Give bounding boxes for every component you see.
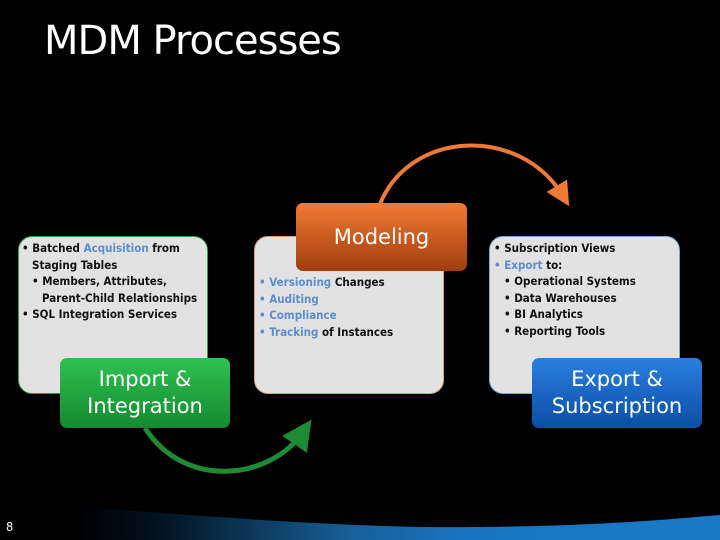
stage-label-line2: Integration xyxy=(87,394,203,418)
bullet-text: Operational Systems xyxy=(514,274,636,288)
bullet-dot-icon: • xyxy=(32,274,43,288)
bullet-text: Batched xyxy=(32,241,84,255)
bullet-dot-icon: • xyxy=(259,275,270,289)
import-integration-box: Import & Integration xyxy=(60,358,230,428)
bullet-item: • Batched Acquisition from xyxy=(22,240,197,257)
bullet-text: of Instances xyxy=(318,324,394,339)
bullet-continuation: Parent-Child Relationships xyxy=(42,290,198,305)
stage-label-line2: Subscription xyxy=(551,394,683,418)
bullet-item: • Tracking of Instances xyxy=(259,324,393,341)
bullet-text: SQL Integration Services xyxy=(32,307,178,321)
bullet-dot-icon: • xyxy=(259,291,270,306)
export-bullets: • Subscription Views • Export to: • Operat… xyxy=(494,240,636,339)
bullet-item: • BI Analytics xyxy=(494,306,636,323)
green-arrow xyxy=(142,419,312,474)
bullet-dot-icon: • xyxy=(504,290,515,305)
bullet-dot-icon: • xyxy=(494,257,505,272)
bullet-item: • Members, Attributes, xyxy=(22,273,197,290)
bullet-item: • Subscription Views xyxy=(494,240,636,257)
import-bullets: • Batched Acquisition from Staging Tables… xyxy=(22,240,197,323)
bullet-dot-icon: • xyxy=(22,307,33,321)
orange-arrow xyxy=(378,143,570,207)
bullet-dot-icon: • xyxy=(259,308,270,322)
bullet-text: Reporting Tools xyxy=(514,323,606,338)
bullet-item: • SQL Integration Services xyxy=(22,306,197,323)
bullet-item: • Data Warehouses xyxy=(494,290,636,307)
bullet-dot-icon: • xyxy=(504,274,515,288)
bullet-item: • Export to: xyxy=(494,257,636,274)
export-subscription-box: Export & Subscription xyxy=(532,358,702,428)
bullet-dot-icon: • xyxy=(504,307,515,321)
stage-label-line1: Modeling xyxy=(333,224,430,249)
bullet-dot-icon: • xyxy=(259,324,270,339)
stage-label-line1: Export & xyxy=(571,367,663,391)
bullet-text: Tracking xyxy=(269,324,319,339)
stage-label-line1: Import & xyxy=(98,367,192,391)
bullet-item: • Versioning Changes xyxy=(259,274,393,291)
bullet-text: Export xyxy=(504,257,543,272)
bullet-dot-icon: • xyxy=(504,323,515,338)
bullet-text: Changes xyxy=(331,275,385,289)
bullet-item: • Operational Systems xyxy=(494,273,636,290)
bullet-text: Auditing xyxy=(269,291,319,306)
bullet-dot-icon: • xyxy=(22,241,33,255)
modeling-bullets: • Versioning Changes • Auditing • Complian… xyxy=(259,274,393,340)
bullet-text: Subscription Views xyxy=(504,241,616,255)
footer-wave xyxy=(80,507,720,540)
bullet-item: • Reporting Tools xyxy=(494,323,636,340)
slide-title: MDM Processes xyxy=(44,18,342,64)
modeling-box: Modeling xyxy=(296,203,467,271)
bullet-text: Versioning xyxy=(269,275,332,289)
bullet-text: BI Analytics xyxy=(514,307,583,321)
bullet-text: from xyxy=(148,241,180,255)
bullet-text: Members, Attributes, xyxy=(42,274,167,288)
bullet-dot-icon: • xyxy=(494,241,505,255)
bullet-text: Data Warehouses xyxy=(514,290,617,305)
bullet-text: to: xyxy=(542,257,563,272)
bullet-item: • Auditing xyxy=(259,291,393,308)
slide-number: 8 xyxy=(6,520,14,534)
bullet-text: Acquisition xyxy=(83,241,149,255)
bullet-continuation: Staging Tables xyxy=(32,257,118,272)
bullet-text: Compliance xyxy=(269,308,337,322)
bullet-item: • Compliance xyxy=(259,307,393,324)
